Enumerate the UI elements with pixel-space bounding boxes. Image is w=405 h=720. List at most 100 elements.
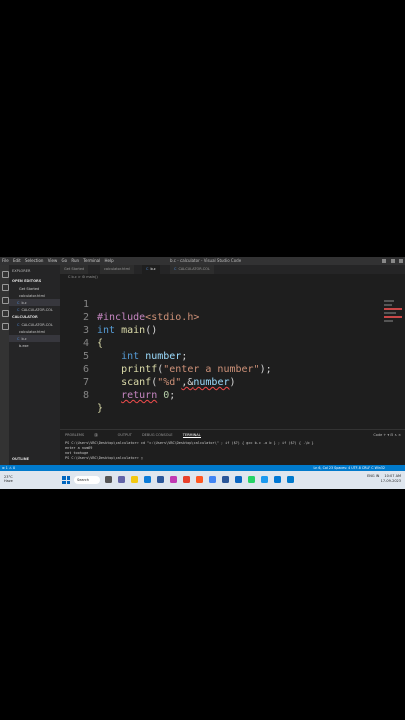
system-tray[interactable]: ENG IN 10:07 AM 17-09-2023 <box>367 474 401 484</box>
tab-output[interactable]: OUTPUT <box>118 433 132 437</box>
close-icon[interactable] <box>399 259 403 263</box>
menu-help[interactable]: Help <box>104 258 113 263</box>
code-line[interactable]: return 0; <box>97 389 175 402</box>
app-icon[interactable] <box>170 476 177 483</box>
editor-tabs: Get Started calculator.html Cb.c C CALCUL… <box>60 265 405 274</box>
menu-view[interactable]: View <box>48 258 58 263</box>
variable: number <box>193 377 230 388</box>
explorer-sidebar: EXPLORER OPEN EDITORS Get Started calcul… <box>9 265 60 469</box>
folder-item[interactable]: Cb.c <box>9 335 60 342</box>
menu-file[interactable]: File <box>2 258 9 263</box>
menu-go[interactable]: Go <box>62 258 68 263</box>
explorer-icon[interactable] <box>2 271 9 278</box>
minimize-icon[interactable] <box>382 259 387 263</box>
app-icon[interactable] <box>157 476 164 483</box>
windows-start-icon[interactable] <box>62 476 70 484</box>
weather-desc: Haze <box>4 479 13 483</box>
line-number: 8 <box>82 390 89 401</box>
code-line[interactable]: printf("enter a number"); <box>97 363 272 376</box>
menu-edit[interactable]: Edit <box>13 258 21 263</box>
c-file-icon: C <box>146 267 149 271</box>
open-editor-item[interactable]: calculator.html <box>9 292 60 299</box>
outline-section[interactable]: OUTLINE <box>9 455 60 463</box>
punctuation: ; <box>169 390 176 401</box>
folder-item-label: b.c <box>21 336 27 341</box>
tab-label: calculator.html <box>104 267 131 271</box>
c-file-icon: C <box>174 267 177 271</box>
task-view-icon[interactable] <box>105 476 112 483</box>
source-control-icon[interactable] <box>2 297 9 304</box>
open-editor-item[interactable]: Cb.c <box>9 299 60 306</box>
folder-item[interactable]: calculator.html <box>9 328 60 335</box>
punctuation: ,& <box>181 377 194 388</box>
tab-label: b.c <box>150 267 156 271</box>
folder-item[interactable]: b.exe <box>9 342 60 349</box>
c-file-icon: C <box>17 322 20 327</box>
tab-b-c[interactable]: Cb.c <box>142 265 161 274</box>
open-editor-label: b.c <box>21 300 27 305</box>
tab-calculator-html[interactable]: calculator.html <box>100 265 136 274</box>
app-icon[interactable] <box>261 476 268 483</box>
language-indicator: ENG IN <box>367 474 380 478</box>
type-keyword: int <box>121 351 140 362</box>
tab-get-started[interactable]: Get Started <box>60 265 90 274</box>
folder-item-label: CALCULATOR.COL <box>21 322 53 327</box>
taskbar-search[interactable]: Search <box>74 476 100 484</box>
weather-widget[interactable]: 23°C Haze <box>4 475 13 483</box>
menu-terminal[interactable]: Terminal <box>83 258 100 263</box>
breadcrumb[interactable]: C b.c > ⚙ main() <box>68 275 98 279</box>
app-icon[interactable] <box>235 476 242 483</box>
code-line[interactable]: scanf("%d",&number) <box>97 376 236 389</box>
panel-tabs: PROBLEMS 1 OUTPUT DEBUG CONSOLE TERMINAL <box>65 433 210 438</box>
string-literal: "enter a number" <box>163 364 260 375</box>
tab-terminal[interactable]: TERMINAL <box>182 433 201 438</box>
menu-selection[interactable]: Selection <box>25 258 43 263</box>
menu-bar: File Edit Selection View Go Run Terminal… <box>2 257 117 265</box>
edge-icon[interactable] <box>144 476 151 483</box>
punctuation: ; <box>181 351 188 362</box>
vscode-screen: File Edit Selection View Go Run Terminal… <box>0 257 405 489</box>
app-icon[interactable] <box>274 476 281 483</box>
string-literal: "%d" <box>157 377 182 388</box>
teams-icon[interactable] <box>118 476 125 483</box>
code-line[interactable]: } <box>97 402 103 415</box>
menu-run[interactable]: Run <box>71 258 79 263</box>
terminal-prompt[interactable]: PS C:\Users\VBC\Desktop\calculator> ▯ <box>65 456 143 460</box>
punctuation: ); <box>259 364 272 375</box>
clock-time: 10:07 AM <box>384 474 401 478</box>
open-editor-item[interactable]: Get Started <box>9 285 60 292</box>
activity-bar <box>0 265 9 465</box>
open-editor-item[interactable]: C CALCULATOR.COL <box>9 306 60 313</box>
panel-controls[interactable]: Code + ▾ ⊟ ∧ × <box>373 433 401 437</box>
open-editors-section[interactable]: OPEN EDITORS <box>9 277 60 285</box>
extensions-icon[interactable] <box>2 323 9 330</box>
clock-date: 17-09-2023 <box>380 479 401 483</box>
word-icon[interactable] <box>222 476 229 483</box>
search-icon[interactable] <box>2 284 9 291</box>
terminal-line: enter a num69 <box>65 446 93 450</box>
c-file-icon: C <box>17 307 20 312</box>
code-line[interactable]: #include<stdio.h> <box>97 311 199 324</box>
code-line[interactable]: int number; <box>97 350 187 363</box>
maximize-icon[interactable] <box>390 259 395 263</box>
chrome-icon[interactable] <box>209 476 216 483</box>
file-explorer-icon[interactable] <box>131 476 138 483</box>
tab-calculator-col[interactable]: C CALCULATOR.COL <box>170 265 215 274</box>
run-debug-icon[interactable] <box>2 310 9 317</box>
vscode-icon[interactable] <box>287 476 294 483</box>
problems-count-badge: 1 <box>94 433 99 437</box>
app-icon[interactable] <box>183 476 190 483</box>
brave-icon[interactable] <box>196 476 203 483</box>
function-name: main <box>121 325 146 336</box>
tab-debug-console[interactable]: DEBUG CONSOLE <box>142 433 173 437</box>
punctuation: ) <box>229 377 236 388</box>
whatsapp-icon[interactable] <box>248 476 255 483</box>
folder-section[interactable]: CALCULATOR <box>9 313 60 321</box>
open-editor-label: Get Started <box>19 286 40 291</box>
bottom-panel: PROBLEMS 1 OUTPUT DEBUG CONSOLE TERMINAL… <box>60 429 405 466</box>
minimap[interactable] <box>384 298 402 343</box>
folder-item[interactable]: C CALCULATOR.COL <box>9 321 60 328</box>
windows-taskbar: 23°C Haze Search ENG IN 10:07 AM 17-09-20… <box>0 471 405 489</box>
tab-problems[interactable]: PROBLEMS 1 <box>65 433 107 437</box>
punctuation: () <box>145 325 158 336</box>
